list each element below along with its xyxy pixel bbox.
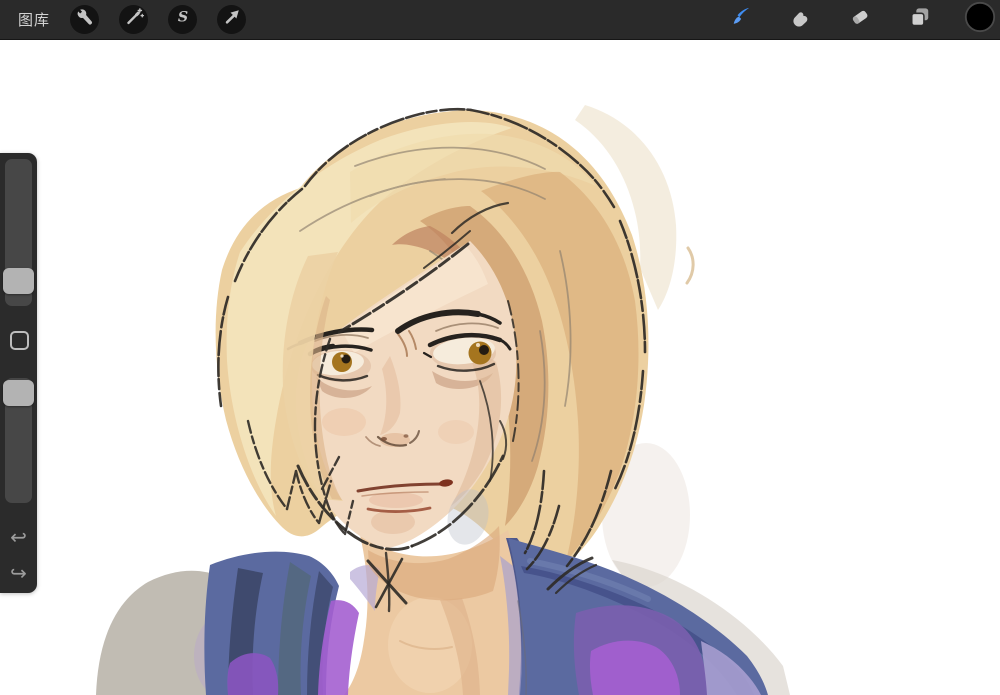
toolbar-right-group: [727, 1, 1000, 33]
paint-tool-button[interactable]: [727, 7, 753, 33]
adjustments-button[interactable]: [119, 5, 149, 34]
selection-button[interactable]: S: [168, 5, 198, 34]
paintbrush-icon: [727, 4, 753, 35]
redo-button[interactable]: ↪: [0, 559, 37, 589]
magic-wand-icon: [123, 6, 145, 33]
svg-text:S: S: [177, 10, 187, 26]
color-swatch-icon: [964, 1, 996, 38]
artwork-portrait: [96, 105, 790, 695]
selection-s-icon: S: [172, 6, 194, 33]
toolbar-left-group: 图库 S: [0, 5, 247, 34]
erase-tool-button[interactable]: [847, 7, 873, 33]
top-toolbar: 图库 S: [0, 0, 1000, 40]
color-button[interactable]: [964, 1, 996, 33]
gallery-button[interactable]: 图库: [18, 9, 50, 30]
undo-icon: ↩: [10, 527, 27, 549]
transform-button[interactable]: [217, 5, 247, 34]
modify-button[interactable]: [10, 331, 29, 350]
brush-sidebar: ↩ ↪: [0, 153, 37, 593]
eraser-icon: [847, 4, 873, 35]
brush-opacity-handle[interactable]: [3, 380, 34, 406]
smudge-finger-icon: [787, 4, 813, 35]
move-arrow-icon: [221, 6, 243, 33]
wrench-icon: [74, 6, 96, 33]
smudge-tool-button[interactable]: [787, 7, 813, 33]
layers-icon: [907, 4, 933, 35]
brush-size-handle[interactable]: [3, 268, 34, 294]
undo-button[interactable]: ↩: [0, 523, 37, 553]
redo-icon: ↪: [10, 563, 27, 585]
layers-button[interactable]: [907, 7, 933, 33]
drawing-canvas[interactable]: [0, 40, 1000, 695]
actions-button[interactable]: [70, 5, 100, 34]
